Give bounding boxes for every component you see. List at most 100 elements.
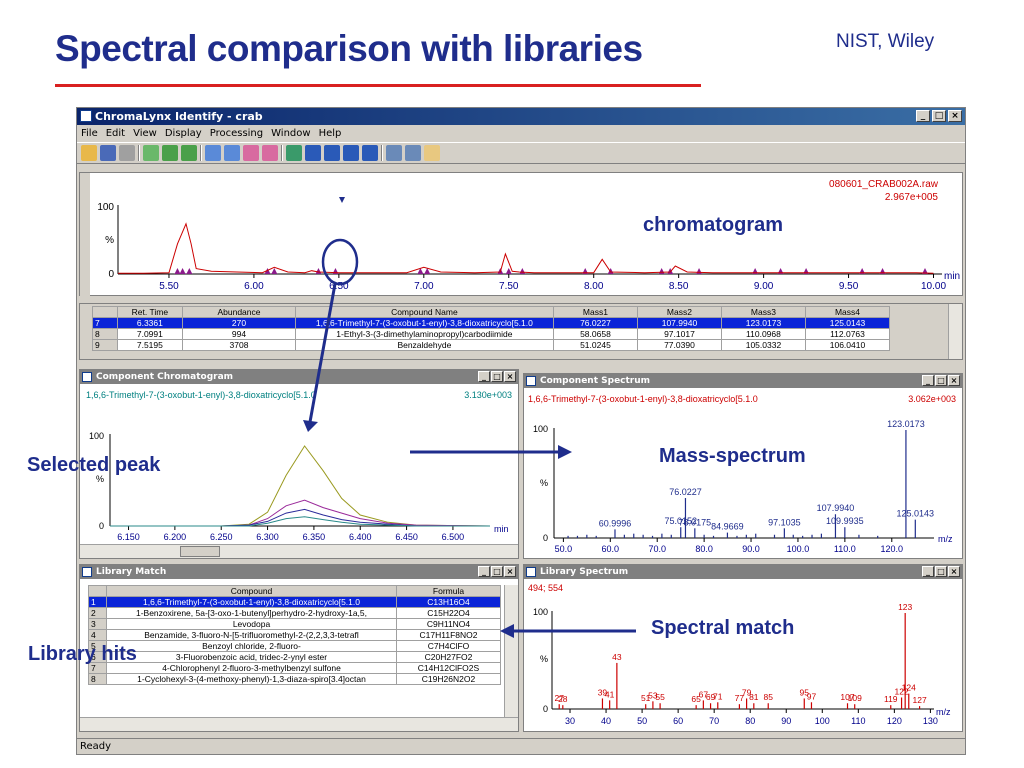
menu-edit[interactable]: Edit [106,125,125,142]
close-button[interactable]: × [948,110,962,122]
zoom-icon[interactable] [286,145,302,161]
pane-maximize-button[interactable]: □ [935,566,947,577]
peak-label: 78.0175 [679,517,712,527]
chromatogram-view-icon[interactable] [305,145,321,161]
table-row[interactable]: 8 7.0991 994 1-Ethyl-3-(3-dimethylaminop… [92,328,891,340]
peak-marker[interactable] [696,268,703,274]
library-spectrum-plot[interactable]: 494; 554 100 % 0 m/z 30 40 50 60 70 80 90 100 11… [524,579,962,731]
peak-marker[interactable] [271,268,278,274]
peak-marker[interactable] [186,268,193,274]
library-match-scrollbar[interactable] [504,585,518,717]
pane-minimize-button[interactable]: _ [922,566,934,577]
unmark-icon[interactable] [262,145,278,161]
pane-close-button[interactable]: × [948,566,960,577]
scroll-thumb[interactable] [180,546,220,557]
mark-icon[interactable] [243,145,259,161]
cell-abundance: 3708 [182,339,296,351]
peak-marker[interactable] [315,268,322,274]
pane-minimize-button[interactable]: _ [478,566,490,577]
menu-processing[interactable]: Processing [210,125,263,142]
table-row[interactable]: 9 7.5195 3708 Benzaldehyde 51.0245 77.03… [92,339,891,351]
x-tick-label: 100.0 [787,544,810,554]
table-row[interactable]: 7 6.3361 270 1,6,6-Trimethyl-7-(3-oxobut… [92,317,891,329]
cell-mass3: 110.0968 [720,328,806,340]
library-spectrum-titlebar[interactable]: Library Spectrum _ □ × [524,565,962,579]
library-hit-row[interactable]: 2 1-Benzoxirene, 5a-[3-oxo-1-butenyl]perh… [88,607,501,619]
tile-icon[interactable] [386,145,402,161]
pane-minimize-button[interactable]: _ [478,371,490,382]
library-header-formula[interactable]: Formula [396,585,501,597]
table-view-icon[interactable] [343,145,359,161]
report-icon[interactable] [424,145,440,161]
window-titlebar[interactable]: ChromaLynx Identify - crab _ □ × [77,108,965,125]
back-icon[interactable] [162,145,178,161]
save-icon[interactable] [100,145,116,161]
menu-file[interactable]: File [81,125,98,142]
library-hit-row[interactable]: 8 1-Cyclohexyl-3-(4-methoxy-phenyl)-1,3-d… [88,673,501,685]
library-hit-row[interactable]: 7 4-Chlorophenyl 2-fluoro-3-methylbenzyl … [88,662,501,674]
menu-display[interactable]: Display [165,125,202,142]
menu-view[interactable]: View [133,125,157,142]
open-icon[interactable] [81,145,97,161]
pane-minimize-button[interactable]: _ [922,375,934,386]
toolbar [77,142,965,164]
selected-peak-annotation: Selected peak [27,454,161,476]
pane-close-button[interactable]: × [948,375,960,386]
peak-marker[interactable] [519,268,526,274]
menu-help[interactable]: Help [319,125,342,142]
maximize-button[interactable]: □ [932,110,946,122]
pane-close-button[interactable]: × [504,371,516,382]
peak-marker[interactable] [179,268,186,274]
forward-icon[interactable] [181,145,197,161]
spectrum-view-icon[interactable] [324,145,340,161]
peak-label: 123 [898,602,912,612]
results-header-abundance[interactable]: Abundance [182,306,296,318]
results-scrollbar[interactable] [948,304,962,359]
peak-label: 28 [558,694,568,704]
minimize-button[interactable]: _ [916,110,930,122]
peak-left-icon[interactable] [205,145,221,161]
source-label: NIST, Wiley [836,31,935,52]
print-icon[interactable] [119,145,135,161]
component-chromatogram-hscroll[interactable] [80,544,518,558]
library-header-compound[interactable]: Compound [106,585,397,597]
x-tick-label: 110 [851,716,865,726]
results-header-rt[interactable]: Ret. Time [116,306,184,318]
results-header-index [92,306,118,318]
peak-marker[interactable] [658,268,665,274]
pane-maximize-button[interactable]: □ [491,566,503,577]
results-header-compound[interactable]: Compound Name [294,306,554,318]
component-spectrum-titlebar[interactable]: Component Spectrum _ □ × [524,374,962,388]
cell-mass1: 58.0658 [552,328,638,340]
slide-title: Spectral comparison with libraries [55,28,643,69]
chromatogram-file-label: 080601_CRAB002A.raw [829,179,939,190]
menu-window[interactable]: Window [271,125,310,142]
library-match-title: Library Match [96,567,167,577]
pane-close-button[interactable]: × [504,566,516,577]
process-icon[interactable] [143,145,159,161]
x-tick-label: 110.0 [834,544,856,554]
pane-maximize-button[interactable]: □ [491,371,503,382]
cascade-icon[interactable] [405,145,421,161]
results-header-mass2[interactable]: Mass2 [636,306,722,318]
results-header-mass1[interactable]: Mass1 [552,306,638,318]
library-hit-row[interactable]: 5 Benzoyl chloride, 2-fluoro- C7H4ClFO [88,640,501,652]
library-hit-row[interactable]: 6 3-Fluorobenzoic acid, tridec-2-ynyl est… [88,651,501,663]
library-hit-row[interactable]: 3 Levodopa C9H11NO4 [88,618,501,630]
pane-maximize-button[interactable]: □ [935,375,947,386]
library-hit-row[interactable]: 1 1,6,6-Trimethyl-7-(3-oxobut-1-enyl)-3,8… [88,596,501,608]
toolbar-separator [381,145,383,161]
library-match-titlebar[interactable]: Library Match _ □ × [80,565,518,579]
peak-marker[interactable] [174,268,181,274]
results-header-mass4[interactable]: Mass4 [804,306,891,318]
library-match-hscroll[interactable] [80,717,518,731]
selected-peak-marker [339,197,345,203]
library-hit-row[interactable]: 4 Benzamide, 3-fluoro-N-[5-trifluoromethy… [88,629,501,641]
component-chromatogram-titlebar[interactable]: Component Chromatogram _ □ × [80,370,518,384]
library-view-icon[interactable] [362,145,378,161]
component-spectrum-plot[interactable]: 1,6,6-Trimethyl-7-(3-oxobut-1-enyl)-3,8-… [524,388,962,558]
results-header-mass3[interactable]: Mass3 [720,306,806,318]
chromatogram-plot[interactable]: 080601_CRAB002A.raw 2.967e+005 100 % 0 m… [80,173,964,297]
peak-right-icon[interactable] [224,145,240,161]
x-tick-label: 6.500 [442,532,465,542]
